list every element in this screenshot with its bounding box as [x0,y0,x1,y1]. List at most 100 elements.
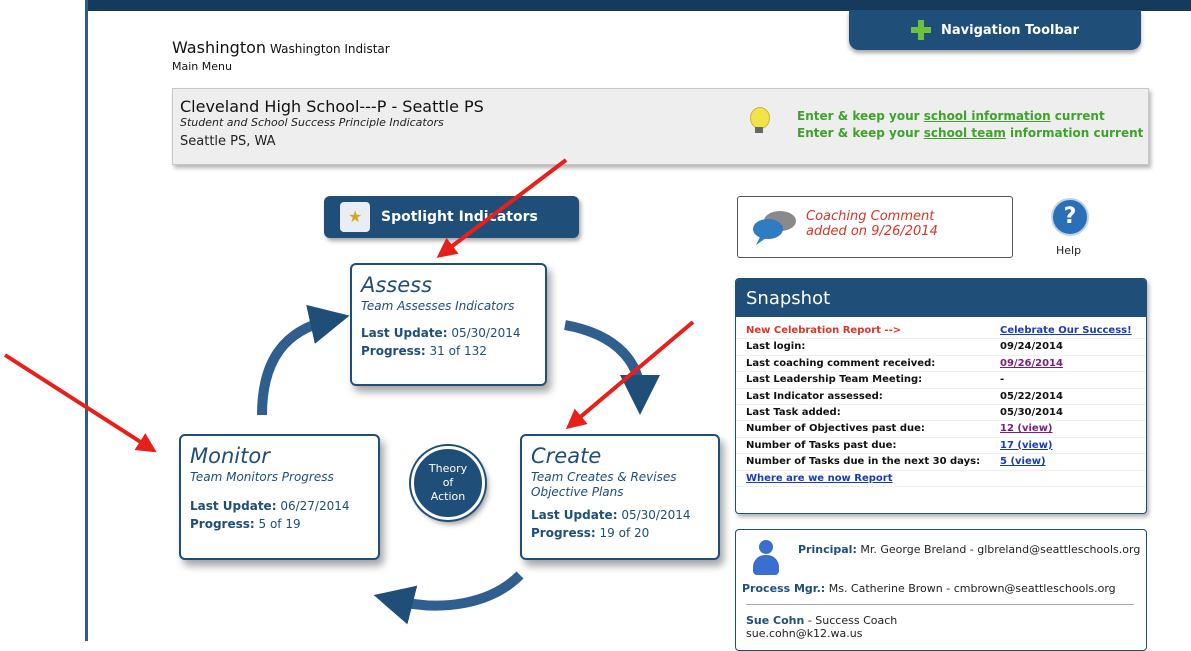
snapshot-key: Last Leadership Team Meeting: [746,374,923,386]
assess-last-update: Last Update: 05/30/2014 [361,326,536,340]
coaching-comment-text: Coaching Comment added on 9/26/2014 [806,209,938,239]
school-information-link[interactable]: school information [924,109,1051,123]
snapshot-key: Last login: [746,341,806,353]
snapshot-row: Number of Tasks past due: 17 (view) [736,438,1146,455]
help-icon: ? [1051,198,1089,236]
progress-label: Progress: [531,526,596,540]
reminder-text: Enter & keep your [797,109,924,123]
snapshot-row: Last Leadership Team Meeting: - [736,372,1146,389]
person-icon [751,540,781,578]
school-info-reminder: Enter & keep your school information cur… [797,109,1105,123]
school-panel: Cleveland High School---P - Seattle PS S… [172,88,1149,165]
snapshot-key: Last Indicator assessed: [746,390,883,402]
site-title: Washington Washington Indistar [172,38,390,57]
school-team-link[interactable]: school team [924,126,1006,140]
state-title: Washington [172,38,267,57]
update-label: Last Update: [361,326,448,340]
theory-line: Action [430,490,466,503]
create-subtitle: Team Creates & Revises Objective Plans [531,470,677,499]
tasks-past-due-link[interactable]: 17 (view) [1000,440,1053,451]
cycle-arrow-assess-to-create [564,320,660,415]
create-last-update: Last Update: 05/30/2014 [531,508,709,522]
principal-value: Mr. George Breland - glbreland@seattlesc… [860,543,1141,556]
coaching-line: Coaching Comment [806,209,935,224]
coach-name: Sue Cohn [746,614,805,627]
help-button[interactable]: ? Help [1048,198,1089,258]
chat-bubbles-icon [753,211,796,245]
theory-of-action-button[interactable]: Theory of Action [411,446,485,520]
theory-line: Theory [428,462,468,475]
navigation-toolbar-label: Navigation Toolbar [941,22,1079,38]
snapshot-key: New Celebration Report --> [746,325,902,336]
principal-line: Principal: Mr. George Breland - glbrelan… [798,543,1140,556]
theory-line: of [442,476,454,489]
snapshot-key: Number of Tasks due in the next 30 days: [746,456,981,468]
snapshot-row: Last login: 09/24/2014 [736,339,1146,356]
contacts-divider [746,604,1134,605]
create-progress: Progress: 19 of 20 [531,526,709,540]
celebrate-link[interactable]: Celebrate Our Success! [1000,325,1132,336]
annotation-arrow-monitor [3,353,157,453]
coach-email: sue.cohn@k12.wa.us [746,627,863,640]
monitor-progress: Progress: 5 of 19 [190,517,369,531]
reminder-text: current [1050,109,1105,123]
plus-icon [911,20,931,40]
objectives-past-due-link[interactable]: 12 (view) [1000,423,1053,434]
process-value: Ms. Catherine Brown - cmbrown@seattlesch… [828,582,1116,595]
monitor-title: Monitor [190,444,270,468]
snapshot-value: 05/30/2014 [1000,406,1063,418]
snapshot-value: 05/22/2014 [1000,390,1063,402]
annotation-arrow-create [565,320,695,430]
spotlight-label: Spotlight Indicators [381,209,538,225]
school-name: Cleveland High School---P - Seattle PS [180,97,484,116]
snapshot-key: Last coaching comment received: [746,357,936,369]
create-card[interactable]: Create Team Creates & Revises Objective … [520,434,720,560]
assess-progress: Progress: 31 of 132 [361,344,536,358]
lightbulb-base-icon [755,127,763,133]
update-label: Last Update: [190,499,277,513]
progress-value: 19 of 20 [599,526,650,540]
coach-line: Sue Cohn - Success Coach [746,614,897,627]
spotlight-star-icon: ★ [340,202,370,232]
snapshot-value: 09/24/2014 [1000,341,1063,353]
tasks-due-soon-link[interactable]: 5 (view) [1000,456,1046,467]
contacts-panel: Principal: Mr. George Breland - glbrelan… [735,529,1147,651]
progress-label: Progress: [190,517,255,531]
process-label: Process Mgr.: [742,582,826,595]
coach-role: - Success Coach [804,614,898,627]
coaching-comment-box[interactable]: Coaching Comment added on 9/26/2014 [737,196,1013,258]
where-are-we-now-link[interactable]: Where are we now Report [746,473,893,484]
monitor-subtitle: Team Monitors Progress [190,470,334,484]
assess-card[interactable]: Assess Team Assesses Indicators Last Upd… [350,263,547,386]
lightbulb-icon [750,107,770,129]
left-border [85,0,88,641]
create-title: Create [531,444,602,468]
progress-label: Progress: [361,344,426,358]
progress-value: 5 of 19 [258,517,301,531]
principal-label: Principal: [798,543,857,556]
snapshot-row: Where are we now Report [736,471,1146,487]
monitor-last-update: Last Update: 06/27/2014 [190,499,369,513]
snapshot-value: - [1000,374,1005,386]
assess-title: Assess [361,273,433,297]
coaching-comment-link[interactable]: 09/26/2014 [1000,358,1063,369]
cycle-arrow-create-to-monitor [373,571,524,625]
assess-subtitle: Team Assesses Indicators [361,299,515,313]
snapshot-panel: Snapshot New Celebration Report --> Celeb… [735,278,1147,514]
navigation-toolbar-button[interactable]: Navigation Toolbar [849,10,1141,50]
spotlight-indicators-button[interactable]: ★ Spotlight Indicators [324,196,579,238]
snapshot-row: Last coaching comment received: 09/26/201… [736,356,1146,373]
snapshot-title: Snapshot [736,279,1146,317]
snapshot-key: Number of Tasks past due: [746,439,897,451]
snapshot-row: Number of Objectives past due: 12 (view) [736,421,1146,438]
school-team-reminder: Enter & keep your school team informatio… [797,126,1143,140]
snapshot-row: Number of Tasks due in the next 30 days:… [736,454,1146,471]
help-label: Help [1056,244,1082,257]
org-name: Washington Indistar [270,42,390,56]
snapshot-row: New Celebration Report --> Celebrate Our … [736,323,1146,340]
main-menu-link[interactable]: Main Menu [172,60,232,73]
update-value: 06/27/2014 [280,499,350,513]
update-label: Last Update: [531,508,618,522]
monitor-card[interactable]: Monitor Team Monitors Progress Last Upda… [179,434,380,560]
reminder-text: Enter & keep your [797,126,924,140]
